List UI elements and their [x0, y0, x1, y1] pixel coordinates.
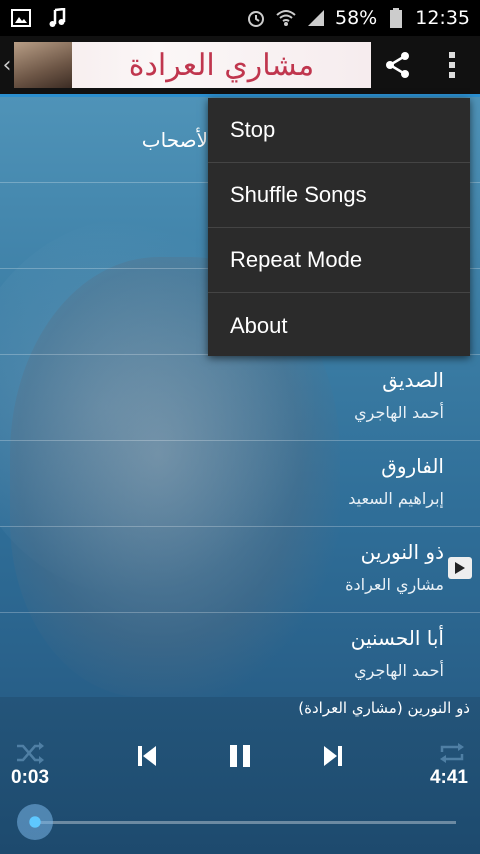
status-bar: 58% 12:35: [0, 0, 480, 36]
seek-bar[interactable]: [36, 821, 456, 824]
alarm-icon: [245, 8, 267, 28]
action-bar: ‹ مشاري العرادة: [0, 36, 480, 94]
banner-title: مشاري العرادة: [128, 47, 315, 83]
back-chevron-icon[interactable]: ‹: [0, 36, 14, 94]
player-panel: ذو النورين (مشاري العرادة) 0:03 4:41: [0, 697, 480, 854]
menu-item-shuffle-songs[interactable]: Shuffle Songs: [208, 163, 470, 228]
song-row[interactable]: أبا الحسنين أحمد الهاجري: [0, 613, 480, 697]
repeat-icon: [440, 743, 464, 763]
image-icon: [10, 8, 32, 28]
song-row-playing[interactable]: ذو النورين مشاري العرادة: [0, 527, 480, 613]
previous-icon: [138, 746, 156, 766]
seek-thumb[interactable]: [17, 804, 53, 840]
previous-button[interactable]: [134, 741, 160, 771]
menu-item-about[interactable]: About: [208, 293, 470, 358]
signal-icon: [305, 8, 327, 28]
wifi-icon: [275, 8, 297, 28]
shuffle-button[interactable]: [14, 741, 46, 765]
song-artist: أحمد الهاجري: [354, 403, 444, 422]
overflow-menu-button[interactable]: [425, 36, 479, 94]
app-banner: مشاري العرادة: [14, 42, 371, 88]
song-title: ذو النورين: [360, 540, 444, 564]
menu-item-stop[interactable]: Stop: [208, 98, 470, 163]
battery-icon: [385, 8, 407, 28]
battery-percent: 58%: [335, 7, 378, 29]
next-icon: [324, 746, 342, 766]
music-note-icon: [46, 8, 68, 28]
song-row[interactable]: الفاروق إبراهيم السعيد: [0, 441, 480, 527]
song-title: أبا الحسنين: [350, 626, 444, 650]
clock: 12:35: [415, 7, 470, 29]
overflow-menu-icon: [449, 52, 455, 78]
elapsed-time: 0:03: [11, 767, 50, 788]
share-icon: [386, 52, 409, 78]
song-title: لأصحاب: [141, 128, 208, 152]
repeat-button[interactable]: [436, 741, 468, 765]
song-title: الصديق: [382, 368, 444, 392]
share-button[interactable]: [371, 36, 425, 94]
song-artist: مشاري العرادة: [345, 575, 444, 594]
menu-item-repeat-mode[interactable]: Repeat Mode: [208, 228, 470, 293]
song-artist: إبراهيم السعيد: [348, 489, 444, 508]
pause-button[interactable]: [226, 741, 254, 771]
song-title: الفاروق: [381, 454, 444, 478]
banner-photo: [14, 42, 72, 88]
next-button[interactable]: [320, 741, 346, 771]
pause-icon: [230, 745, 250, 767]
now-playing-indicator-icon: [448, 557, 472, 579]
song-artist: أحمد الهاجري: [354, 661, 444, 680]
shuffle-icon: [17, 742, 44, 764]
overflow-popup-menu: Stop Shuffle Songs Repeat Mode About: [208, 98, 470, 356]
total-duration: 4:41: [429, 767, 468, 788]
song-row[interactable]: الصديق أحمد الهاجري: [0, 355, 480, 441]
now-playing-label: ذو النورين (مشاري العرادة): [298, 699, 470, 717]
